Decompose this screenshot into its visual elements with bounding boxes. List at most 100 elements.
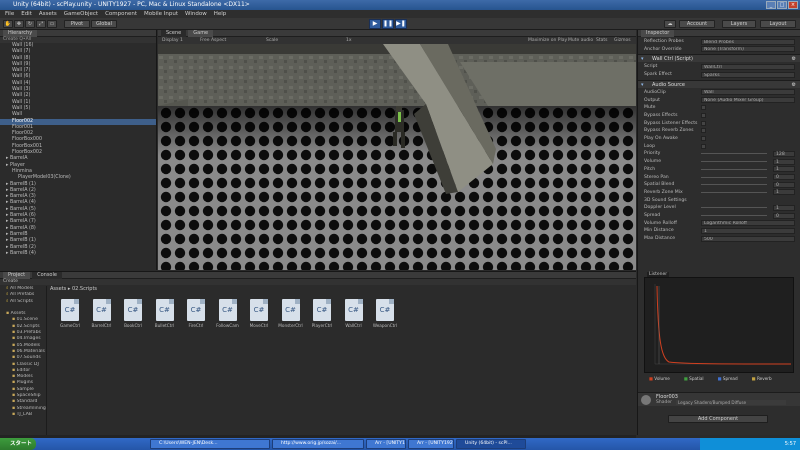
slider-value[interactable]: 0 — [773, 181, 795, 188]
script-asset[interactable]: C# BarrelCtrl — [88, 299, 116, 335]
field-value[interactable]: 1 — [701, 227, 795, 234]
pivot-toggle[interactable]: Pivot — [64, 20, 90, 28]
slider-track[interactable] — [701, 184, 767, 186]
menu-gameobject[interactable]: GameObject — [64, 10, 98, 18]
tab-console[interactable]: Console — [32, 272, 62, 279]
script-asset[interactable]: C# GameCtrl — [56, 299, 84, 335]
menu-help[interactable]: Help — [214, 10, 227, 18]
menu-edit[interactable]: Edit — [21, 10, 32, 18]
tab-hierarchy[interactable]: Hierarchy — [3, 30, 38, 37]
taskbar-window-button[interactable]: C:\Users\WEN-JEN\Desk... — [150, 439, 270, 449]
stats-toggle[interactable]: Stats — [596, 37, 608, 44]
field-value[interactable]: Wall — [701, 89, 795, 96]
layout-dropdown[interactable]: Layout — [760, 20, 796, 28]
slider-track[interactable] — [701, 153, 767, 155]
script-asset[interactable]: C# PlayerCtrl — [308, 299, 336, 335]
layers-dropdown[interactable]: Layers — [722, 20, 756, 28]
checkbox[interactable] — [701, 143, 706, 149]
slider-track[interactable] — [701, 161, 767, 163]
slider-value[interactable]: 1 — [773, 166, 795, 173]
project-create-button[interactable]: Create — [0, 279, 636, 285]
field-value[interactable]: None (Transform) — [701, 46, 795, 53]
section-header[interactable]: 3D Sound Settings — [641, 197, 798, 204]
menu-assets[interactable]: Assets — [39, 10, 57, 18]
move-tool-button[interactable]: ✥ — [14, 20, 24, 28]
display-dropdown[interactable]: Display 1 — [162, 37, 183, 44]
scale-tool-button[interactable]: ⤢ — [36, 20, 46, 28]
script-asset[interactable]: C# MonsterCtrl — [277, 299, 305, 335]
checkbox[interactable] — [701, 112, 706, 118]
slider-track[interactable] — [701, 191, 767, 193]
rotate-tool-button[interactable]: ↻ — [25, 20, 35, 28]
folder-item[interactable]: ▪ TJ_LAB — [0, 412, 46, 418]
slider-track[interactable] — [701, 215, 767, 216]
slider-value[interactable]: 128 — [773, 150, 795, 157]
checkbox[interactable] — [701, 136, 706, 141]
account-dropdown[interactable]: Account — [679, 20, 715, 28]
maximize-on-play-toggle[interactable]: Maximize on Play — [528, 37, 567, 44]
tab-game[interactable]: Game — [188, 30, 214, 37]
hand-tool-button[interactable]: ✋ — [3, 20, 13, 28]
script-asset[interactable]: C# WeaponCtrl — [371, 299, 399, 335]
component-header[interactable]: ▾ Wall Ctrl (Script) ⚙ — [638, 54, 800, 63]
aspect-dropdown[interactable]: Free Aspect — [200, 37, 226, 44]
field-value[interactable]: Blend Probes — [701, 38, 795, 45]
script-asset[interactable]: C# MoveCtrl — [245, 299, 273, 335]
step-button[interactable]: ▶❚ — [395, 19, 407, 29]
breadcrumb[interactable]: Assets ▸ 02.Scripts — [50, 286, 97, 293]
hierarchy-create-button[interactable]: Create — [3, 37, 18, 42]
start-button[interactable]: スタート — [0, 438, 36, 450]
checkbox[interactable] — [701, 120, 706, 126]
slider-value[interactable]: 1 — [773, 189, 795, 196]
tab-inspector[interactable]: Inspector — [641, 30, 675, 37]
menu-window[interactable]: Window — [185, 10, 207, 18]
hierarchy-search-input[interactable]: Q•All — [19, 37, 31, 42]
cloud-icon[interactable]: ☁ — [664, 20, 676, 28]
field-value[interactable]: WallCtrl — [701, 63, 795, 70]
script-asset[interactable]: C# FollowCam — [214, 299, 242, 335]
close-button[interactable]: × — [788, 1, 798, 9]
slider-track[interactable] — [701, 207, 767, 209]
game-viewport[interactable] — [158, 44, 636, 270]
slider-value[interactable]: 1 — [773, 204, 795, 211]
slider-value[interactable]: 1 — [773, 158, 795, 165]
gear-icon[interactable]: ⚙ — [792, 81, 796, 89]
slider-value[interactable]: 0 — [773, 174, 795, 180]
menu-mobile-input[interactable]: Mobile Input — [144, 10, 178, 18]
script-asset[interactable]: C# BookCtrl — [119, 299, 147, 335]
rect-tool-button[interactable]: ▭ — [47, 20, 57, 28]
global-toggle[interactable]: Global — [91, 20, 117, 28]
taskbar-window-button[interactable]: http://www.orig.jp/sozai/... — [272, 439, 364, 449]
shader-dropdown[interactable]: Legacy Shaders/Bumped Diffuse — [676, 400, 786, 405]
checkbox[interactable] — [701, 128, 706, 134]
maximize-button[interactable]: □ — [777, 1, 787, 9]
component-header[interactable]: ▾ Audio Source ⚙ — [638, 79, 800, 89]
gizmos-dropdown[interactable]: Gizmos — [614, 37, 631, 44]
taskbar-window-button[interactable]: Unity (64bit) - scPl... — [456, 439, 526, 449]
slider-track[interactable] — [701, 176, 767, 178]
field-value[interactable]: Sparks — [701, 71, 795, 78]
hierarchy-item[interactable]: ▸ BarrelB (4) — [0, 251, 156, 257]
windows-taskbar: スタート 5:57 C:\Users\WEN-JEN\Desk... http:/… — [0, 438, 800, 450]
minimize-button[interactable]: _ — [766, 1, 776, 9]
field-value[interactable]: None (Audio Mixer Group) — [701, 97, 795, 103]
slider-value[interactable]: 0 — [773, 212, 795, 219]
gear-icon[interactable]: ⚙ — [792, 55, 796, 63]
menu-file[interactable]: File — [5, 10, 14, 18]
tab-scene[interactable]: Scene — [161, 30, 187, 37]
taskbar-window-button[interactable]: Arr - [UNITY1] — [366, 439, 406, 449]
slider-track[interactable] — [701, 168, 767, 170]
play-button[interactable]: ▶ — [369, 19, 381, 29]
taskbar-window-button[interactable]: Arr - [UNITY1927] — [408, 439, 454, 449]
mute-audio-toggle[interactable]: Mute audio — [568, 37, 593, 44]
script-asset[interactable]: C# BulletCtrl — [151, 299, 179, 335]
menu-component[interactable]: Component — [105, 10, 137, 18]
pause-button[interactable]: ❚❚ — [382, 19, 394, 29]
field-value[interactable]: Logarithmic Rolloff — [701, 220, 795, 227]
tab-project[interactable]: Project — [3, 272, 31, 279]
field-value[interactable]: 500 — [701, 235, 795, 242]
script-asset[interactable]: C# FireCtrl — [182, 299, 210, 335]
script-asset[interactable]: C# WallCtrl — [340, 299, 368, 335]
checkbox[interactable] — [701, 105, 706, 111]
add-component-button[interactable]: Add Component — [668, 415, 768, 423]
